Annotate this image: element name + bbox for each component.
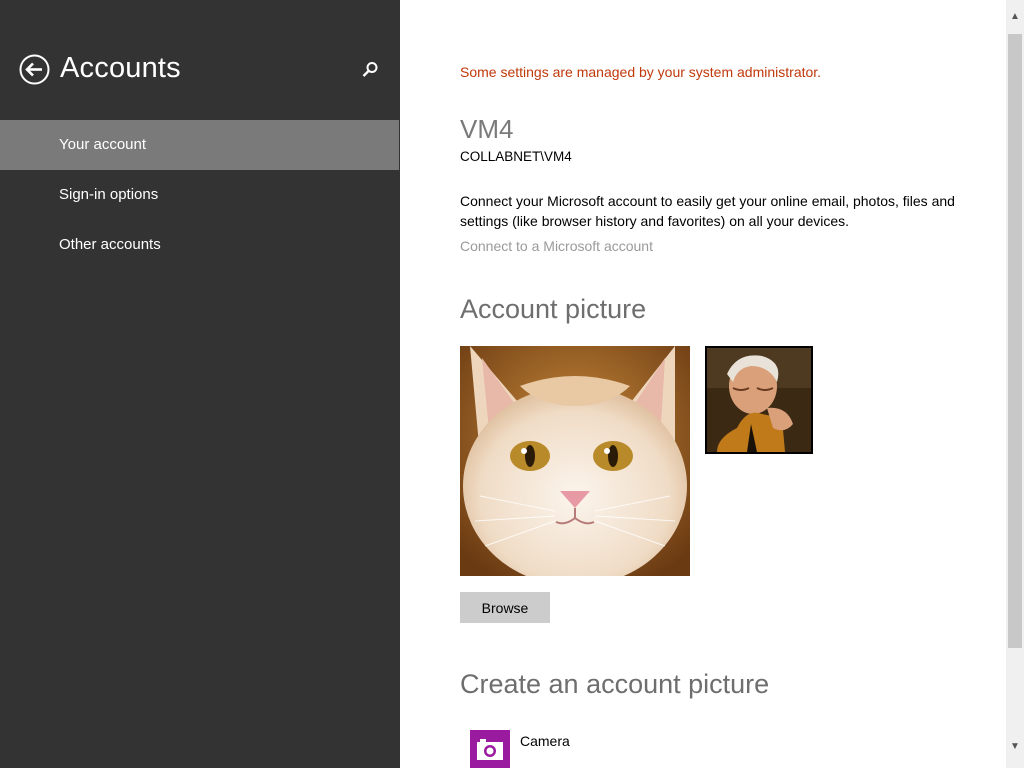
scroll-up-arrow-icon[interactable]: ▲: [1006, 8, 1024, 26]
user-domain-account: COLLABNET\VM4: [460, 149, 572, 164]
camera-app-tile[interactable]: [470, 730, 510, 768]
create-account-picture-heading: Create an account picture: [460, 669, 770, 699]
connect-microsoft-account-link[interactable]: Connect to a Microsoft account: [460, 238, 653, 254]
connect-description: Connect your Microsoft account to easily…: [460, 193, 955, 229]
vertical-scrollbar[interactable]: ▲ ▼: [1006, 0, 1024, 768]
camera-app-label[interactable]: Camera: [520, 733, 570, 749]
scrollbar-thumb[interactable]: [1008, 34, 1022, 648]
back-arrow-icon[interactable]: [19, 54, 50, 85]
main-content: Some settings are managed by your system…: [400, 0, 1006, 768]
recent-account-picture[interactable]: [705, 346, 813, 454]
browse-button[interactable]: Browse: [460, 592, 550, 623]
search-icon[interactable]: [360, 60, 380, 80]
admin-notice: Some settings are managed by your system…: [460, 64, 822, 80]
sidebar-item-other-accounts[interactable]: Other accounts: [0, 220, 400, 270]
account-picture-heading: Account picture: [460, 294, 647, 324]
sidebar-item-sign-in-options[interactable]: Sign-in options: [0, 170, 400, 220]
settings-sidebar: Accounts Your account Sign-in options Ot…: [0, 0, 400, 768]
sidebar-nav: Your account Sign-in options Other accou…: [0, 120, 400, 270]
sidebar-item-your-account[interactable]: Your account: [0, 120, 399, 170]
camera-icon: [477, 739, 503, 760]
scroll-down-arrow-icon[interactable]: ▼: [1006, 738, 1024, 756]
current-account-picture: [460, 346, 690, 576]
page-title: Accounts: [60, 52, 181, 84]
user-name: VM4: [460, 114, 514, 144]
